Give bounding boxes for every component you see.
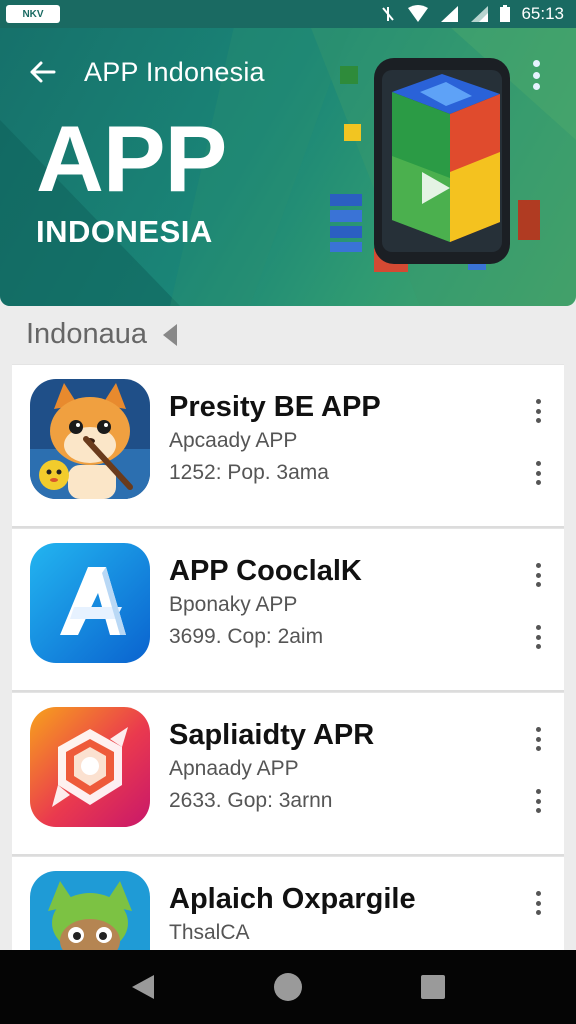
app-list-item[interactable]: APP CooclalK Bponaky APP 3699. Cop: 2aim [12, 528, 564, 692]
dark-red-block-shape [518, 200, 540, 240]
letter-a-icon [30, 543, 150, 663]
app-name: APP CooclalK [169, 555, 362, 587]
back-arrow-icon[interactable] [26, 56, 58, 88]
section-label: Indonaua [26, 318, 147, 350]
app-list: Presity BE APP Apcaady APP 1252: Pop. 3a… [12, 364, 564, 1020]
app-stats: 2633. Gop: 3arnn [169, 789, 333, 812]
recents-nav-icon[interactable] [413, 967, 453, 1007]
section-header: Indonaua [26, 318, 179, 351]
header-banner: APP Indonesia APP INDONESIA [0, 0, 576, 306]
signal-icon [441, 6, 459, 22]
app-category: ThsalCA [169, 921, 250, 944]
phone-illustration [330, 58, 540, 272]
hero-title: APP [36, 106, 227, 211]
gem-badge-icon [30, 707, 150, 827]
home-nav-icon[interactable] [268, 967, 308, 1007]
status-time: 65:13 [521, 4, 564, 23]
more-options-icon[interactable] [532, 727, 544, 751]
more-options-icon[interactable] [532, 625, 544, 649]
app-stats: 3699. Cop: 2aim [169, 625, 324, 648]
battery-icon [500, 5, 511, 22]
status-bar: NKV 65:13 [0, 0, 576, 28]
back-nav-icon[interactable] [123, 967, 163, 1007]
app-stats: 1252: Pop. 3ama [169, 461, 329, 484]
more-options-icon[interactable] [532, 891, 544, 915]
app-name: Sapliaidty APR [169, 719, 375, 751]
wifi-icon [408, 5, 429, 22]
more-options-icon[interactable] [532, 563, 544, 587]
more-options-icon[interactable] [532, 461, 544, 485]
app-name: Presity BE APP [169, 391, 381, 423]
carrier-logo: NKV [6, 5, 60, 23]
app-category: Apcaady APP [169, 429, 298, 452]
fox-character-icon [30, 379, 150, 499]
navigation-bar [0, 950, 576, 1024]
caret-left-icon[interactable] [161, 322, 179, 348]
app-category: Bponaky APP [169, 593, 298, 616]
more-options-icon[interactable] [532, 789, 544, 813]
vibrate-icon [382, 7, 395, 21]
app-category: Apnaady APP [169, 757, 299, 780]
header-title: APP Indonesia [84, 56, 265, 87]
signal-secondary-icon [471, 6, 489, 22]
blue-block-shape [330, 194, 362, 206]
more-options-icon[interactable] [532, 399, 544, 423]
yellow-cube-shape [344, 124, 361, 141]
app-name: Aplaich Oxpargile [169, 883, 416, 915]
app-list-item[interactable]: Sapliaidty APR Apnaady APP 2633. Gop: 3a… [12, 692, 564, 856]
hero-subtitle: INDONESIA [36, 214, 213, 249]
app-list-item[interactable]: Presity BE APP Apcaady APP 1252: Pop. 3a… [12, 364, 564, 528]
green-cube-shape [340, 66, 358, 84]
